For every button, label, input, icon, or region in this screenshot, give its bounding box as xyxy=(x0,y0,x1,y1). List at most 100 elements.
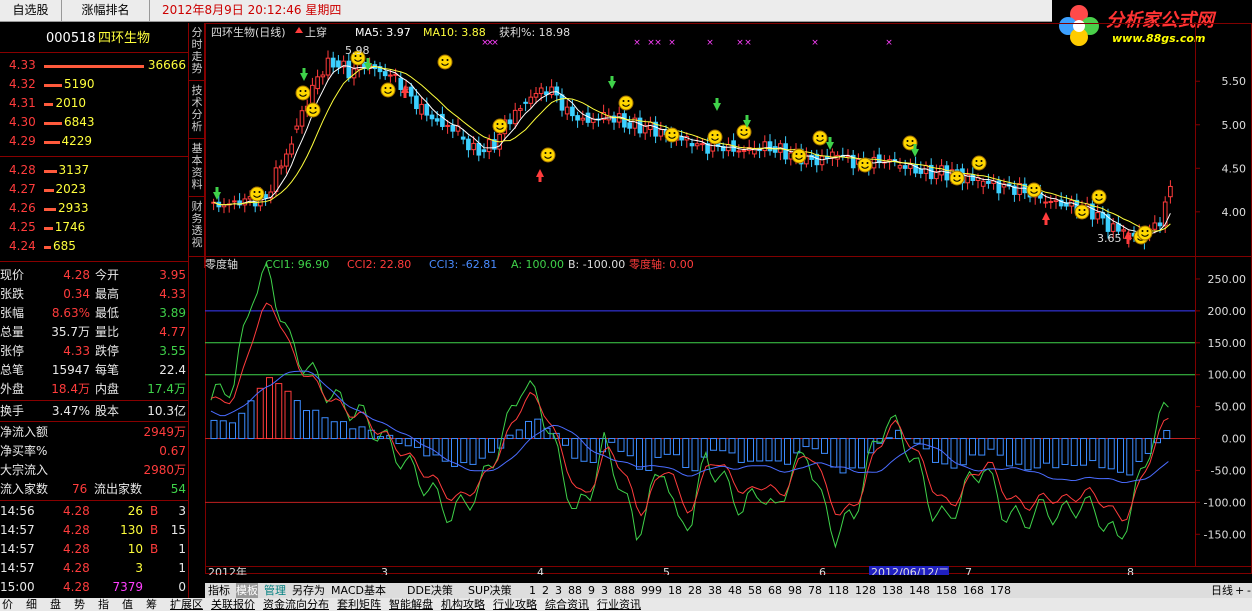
indicator-tab[interactable]: 48 xyxy=(728,583,742,598)
bottom-link[interactable]: 筹 xyxy=(146,598,157,611)
histogram-bar xyxy=(913,438,921,444)
bottom-link[interactable]: 盘 xyxy=(50,598,61,611)
bottom-link[interactable]: 扩展区 xyxy=(170,598,203,611)
candle-body xyxy=(424,103,430,116)
candle-body xyxy=(486,139,492,153)
indicator-tab[interactable]: 168 xyxy=(963,583,984,598)
indicator-tab[interactable]: 18 xyxy=(668,583,682,598)
bottom-link[interactable]: 资金流向分布 xyxy=(263,598,329,611)
candle-body xyxy=(445,124,450,127)
sub-b-label: B: -100.00 xyxy=(568,258,625,271)
flow-label: 净买率% xyxy=(0,444,48,458)
indicator-tab[interactable]: 9 xyxy=(588,583,595,598)
kline-chart[interactable]: 5.50 5.00 4.50 4.00 × × × × × × × × × × × × 四环生物(日线) 上穿 MA… xyxy=(205,23,1252,579)
indicator-tab[interactable]: 128 xyxy=(855,583,876,598)
indicator-tab[interactable]: 888 xyxy=(614,583,635,598)
candle-body xyxy=(767,141,773,152)
bid-volume: 1746 xyxy=(54,220,86,234)
quote-value: 4.28 xyxy=(63,268,90,282)
histogram-bar xyxy=(774,438,782,462)
quote-row: 总笔 15947 每笔 22.4 xyxy=(0,361,189,380)
tick-volume: 3 xyxy=(135,561,143,575)
indicator-tab[interactable]: 2 xyxy=(542,583,549,598)
bottom-link[interactable]: 势 xyxy=(74,598,85,611)
indicator-tab[interactable]: DDE决策 xyxy=(407,583,453,598)
candle-body xyxy=(289,143,294,155)
histogram-bar xyxy=(571,438,579,459)
bottom-link[interactable]: 套利矩阵 xyxy=(337,598,381,611)
side-tab-2[interactable]: 基本资料 xyxy=(189,139,205,197)
indicator-tab[interactable]: 158 xyxy=(936,583,957,598)
quote-value: 8.63% xyxy=(51,306,90,320)
indicator-tab[interactable]: 1 xyxy=(529,583,536,598)
candle-body xyxy=(273,167,279,192)
indicator-tab[interactable]: 118 xyxy=(828,583,849,598)
histogram-bar xyxy=(848,438,856,469)
zoom-in-button[interactable]: + xyxy=(1235,583,1244,598)
side-tab-3[interactable]: 财务透视 xyxy=(189,197,205,257)
bottom-link[interactable]: 机构攻略 xyxy=(441,598,485,611)
indicator-tab[interactable]: 148 xyxy=(909,583,930,598)
candle-body xyxy=(471,142,476,151)
histogram-bar xyxy=(1163,430,1171,440)
candle-body xyxy=(564,106,570,115)
bottom-link[interactable]: 综合资讯 xyxy=(545,598,589,611)
histogram-bar xyxy=(256,387,264,440)
candle-body xyxy=(570,106,575,117)
cursor-date: 2012/06/12/二 xyxy=(871,566,949,575)
bottom-link[interactable]: 指 xyxy=(98,598,109,611)
side-tab-0[interactable]: 分时走势 xyxy=(189,23,205,81)
tab-gain-ranking[interactable]: 涨幅排名 xyxy=(62,0,150,22)
histogram-bar xyxy=(617,438,625,452)
tick-row: 14:57 4.28 130 B 15 xyxy=(0,521,189,540)
indicator-tab[interactable]: 指标 xyxy=(208,583,230,598)
candle-body xyxy=(1048,200,1054,203)
histogram-bar xyxy=(673,438,681,456)
ask-price: 4.30 xyxy=(9,115,36,129)
candle-body xyxy=(538,87,544,95)
bottom-link[interactable]: 价 xyxy=(2,598,13,611)
x-mark-icon: × xyxy=(736,38,744,48)
indicator-tab[interactable]: 138 xyxy=(882,583,903,598)
indicator-tab[interactable]: 3 xyxy=(601,583,608,598)
histogram-bar xyxy=(340,421,348,440)
indicator-tab[interactable]: 68 xyxy=(768,583,782,598)
x-axis-label: 7 xyxy=(965,566,972,575)
zoom-out-button[interactable]: - xyxy=(1247,583,1251,598)
indicator-tab[interactable]: SUP决策 xyxy=(468,583,512,598)
tick-count: 1 xyxy=(178,542,186,556)
candle-body xyxy=(700,143,705,146)
indicator-tab[interactable]: 模板 xyxy=(236,583,258,598)
cci-tick-label: 100.00 xyxy=(1208,369,1247,382)
bottom-link[interactable]: 关联报价 xyxy=(211,598,255,611)
indicator-tab[interactable]: MACD基本 xyxy=(331,583,386,598)
indicator-tab[interactable]: 3 xyxy=(555,583,562,598)
tab-watchlist[interactable]: 自选股 xyxy=(0,0,62,22)
indicator-tab[interactable]: 999 xyxy=(641,583,662,598)
indicator-tab[interactable]: 178 xyxy=(990,583,1011,598)
tick-volume: 130 xyxy=(120,523,143,537)
histogram-bar xyxy=(229,422,237,440)
indicator-tab[interactable]: 管理 xyxy=(264,583,286,598)
x-axis-label: 2012年 xyxy=(208,565,247,575)
indicator-tab[interactable]: 78 xyxy=(808,583,822,598)
bottom-link[interactable]: 值 xyxy=(122,598,133,611)
indicator-tab[interactable]: 58 xyxy=(748,583,762,598)
side-tab-1[interactable]: 技术分析 xyxy=(189,81,205,139)
bottom-link[interactable]: 行业资讯 xyxy=(597,598,641,611)
indicator-tab[interactable]: 88 xyxy=(568,583,582,598)
tick-price: 4.28 xyxy=(63,504,90,518)
bottom-link[interactable]: 细 xyxy=(26,598,37,611)
candle-body xyxy=(902,165,908,169)
histogram-bar xyxy=(932,438,940,463)
period-label[interactable]: 日线 xyxy=(1211,583,1233,598)
cci-tick-label: 200.00 xyxy=(1208,305,1247,318)
histogram-bar xyxy=(525,420,533,440)
indicator-tab[interactable]: 28 xyxy=(688,583,702,598)
smiley-icon xyxy=(1137,225,1153,241)
indicator-tab[interactable]: 38 xyxy=(708,583,722,598)
indicator-tab[interactable]: 98 xyxy=(788,583,802,598)
indicator-tab[interactable]: 另存为 xyxy=(292,583,325,598)
bottom-link[interactable]: 智能解盘 xyxy=(389,598,433,611)
bottom-link[interactable]: 行业攻略 xyxy=(493,598,537,611)
